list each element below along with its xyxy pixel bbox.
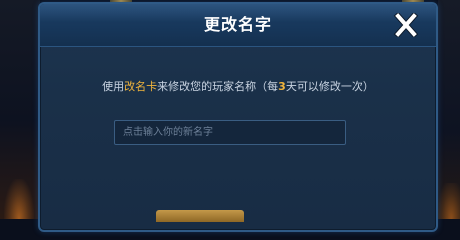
close-icon — [393, 13, 419, 37]
days-count: 3 — [278, 80, 286, 93]
background-right-panel — [438, 0, 460, 219]
message-middle: 来修改您的玩家名称（每 — [157, 80, 279, 93]
rename-card-label: 改名卡 — [124, 80, 158, 93]
new-name-input[interactable] — [114, 120, 346, 145]
confirm-button-edge[interactable] — [156, 210, 244, 222]
dialog-header: 更改名字 — [40, 4, 436, 47]
rename-dialog: 更改名字 使用改名卡来修改您的玩家名称（每3天可以修改一次） — [38, 2, 438, 232]
background-glow — [4, 179, 34, 219]
close-button[interactable] — [392, 13, 420, 37]
dialog-title: 更改名字 — [203, 15, 272, 34]
message-prefix: 使用 — [102, 80, 125, 93]
message-suffix: 天可以修改一次） — [285, 80, 374, 93]
background-left-panel — [0, 0, 40, 219]
rename-message: 使用改名卡来修改您的玩家名称（每3天可以修改一次） — [40, 78, 436, 94]
background-glow — [438, 183, 460, 219]
